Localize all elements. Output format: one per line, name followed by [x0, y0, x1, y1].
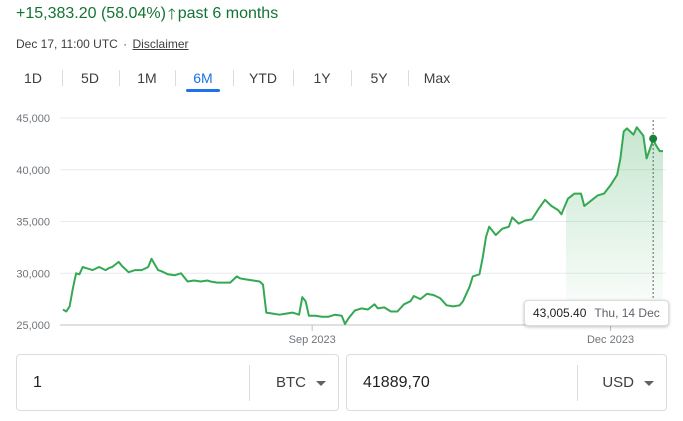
range-tab-5y[interactable]: 5Y — [364, 62, 394, 94]
range-tab-separator — [351, 70, 352, 86]
y-tick-label: 30,000 — [16, 268, 50, 280]
range-tab-separator — [175, 70, 176, 86]
from-currency-select[interactable]: BTC — [250, 355, 338, 410]
y-tick-label: 25,000 — [16, 320, 50, 332]
range-tab-1d[interactable]: 1D — [18, 62, 48, 94]
to-currency-converter: 41889,70 USD — [346, 354, 667, 411]
tooltip-value: 43,005.40 — [533, 306, 587, 320]
dropdown-caret-icon — [316, 381, 326, 386]
range-tab-separator — [62, 70, 63, 86]
price-change-summary: +15,383.20 (58.04%) 🡑 past 6 months — [16, 5, 278, 23]
range-tab-6m[interactable]: 6M — [186, 62, 220, 94]
y-tick-label: 35,000 — [16, 217, 50, 229]
hover-point — [649, 134, 658, 143]
from-currency-converter: 1 BTC — [16, 354, 339, 411]
tooltip-date: Thu, 14 Dec — [594, 306, 660, 320]
quote-timestamp: Dec 17, 11:00 UTC — [16, 37, 118, 51]
y-tick-label: 40,000 — [16, 165, 50, 177]
from-currency-label: BTC — [276, 374, 306, 391]
range-tab-separator — [408, 70, 409, 86]
meta-separator: · — [123, 37, 128, 51]
range-tab-ytd[interactable]: YTD — [243, 62, 283, 94]
dropdown-caret-icon — [644, 381, 654, 386]
x-tick-label: Dec 2023 — [587, 334, 634, 346]
from-amount-input[interactable]: 1 — [17, 355, 249, 410]
arrow-up-icon: 🡑 — [167, 5, 176, 23]
range-tab-5d[interactable]: 5D — [75, 62, 105, 94]
range-tab-1m[interactable]: 1M — [132, 62, 162, 94]
to-currency-label: USD — [602, 374, 634, 391]
price-change-period: past 6 months — [177, 5, 279, 22]
time-range-tabs: 1D 5D 1M 6M YTD 1Y 5Y Max — [0, 62, 683, 94]
price-change-value: +15,383.20 (58.04%) — [16, 5, 166, 22]
range-tab-separator — [293, 70, 294, 86]
y-tick-label: 45,000 — [16, 113, 50, 125]
range-tab-separator — [233, 70, 234, 86]
to-amount-input[interactable]: 41889,70 — [347, 355, 577, 410]
hover-tooltip: 43,005.40 Thu, 14 Dec — [524, 300, 669, 326]
x-tick-label: Sep 2023 — [289, 334, 336, 346]
range-tab-max[interactable]: Max — [418, 62, 456, 94]
quote-meta: Dec 17, 11:00 UTC · Disclaimer — [16, 37, 189, 51]
price-area-fill — [566, 127, 663, 325]
range-tab-separator — [119, 70, 120, 86]
range-tab-1y[interactable]: 1Y — [307, 62, 337, 94]
to-currency-select[interactable]: USD — [578, 355, 666, 410]
disclaimer-link[interactable]: Disclaimer — [133, 37, 189, 51]
